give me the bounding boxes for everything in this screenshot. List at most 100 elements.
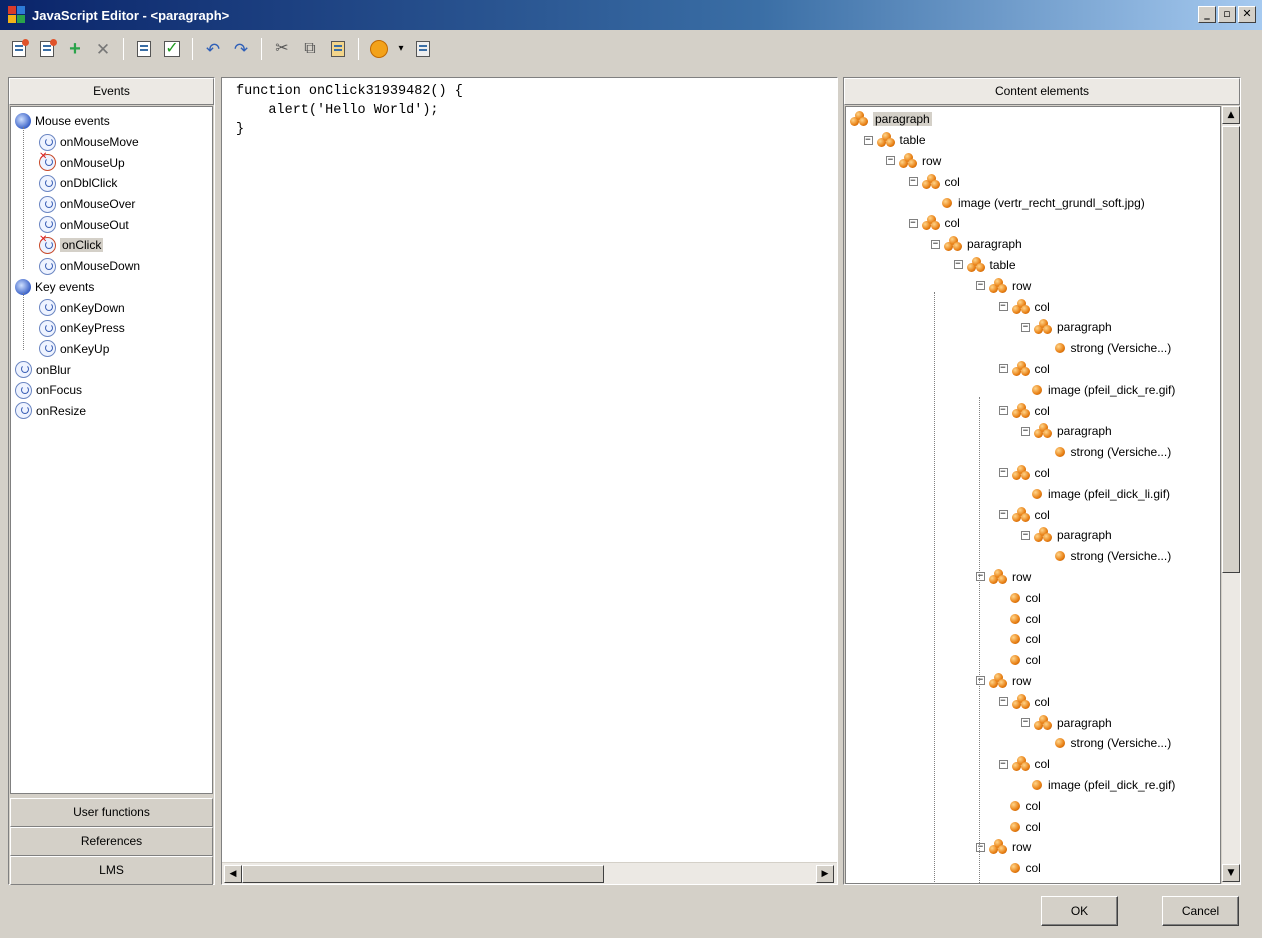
event-item[interactable]: onResize (11, 401, 212, 422)
delete-button[interactable]: ✕ (92, 38, 114, 60)
collapse-toggle-icon[interactable]: − (908, 177, 918, 187)
collapse-toggle-icon[interactable]: − (976, 281, 985, 291)
collapse-toggle-icon[interactable]: − (998, 468, 1008, 478)
events-header[interactable]: Events (9, 78, 214, 105)
collapse-toggle-icon[interactable]: − (931, 239, 940, 249)
tree-node[interactable]: − col (998, 463, 1050, 484)
content-elements-header[interactable]: Content elements (844, 78, 1240, 105)
scrollbar-thumb[interactable] (1222, 126, 1240, 573)
tree-node[interactable]: image (vertr_recht_grundl_soft.jpg) (942, 192, 1145, 213)
restore-button[interactable]: ▫ (1218, 6, 1236, 23)
tree-node[interactable]: col (1009, 816, 1041, 837)
event-item[interactable]: onFocus (11, 380, 212, 401)
collapse-toggle-icon[interactable]: − (976, 572, 985, 582)
collapse-toggle-icon[interactable]: − (1021, 718, 1030, 728)
references-button[interactable]: References (10, 827, 213, 856)
code-text[interactable]: function onClick31939482() { alert('Hell… (236, 82, 463, 139)
scroll-left-icon[interactable]: ◀ (224, 865, 242, 883)
tree-node[interactable]: − row (976, 567, 1031, 588)
event-item[interactable]: Key events (11, 277, 212, 298)
title-bar[interactable]: JavaScript Editor - <paragraph> _ ▫ ✕ (0, 0, 1262, 30)
event-item[interactable]: onDblClick (11, 173, 212, 194)
collapse-toggle-icon[interactable]: − (976, 676, 985, 686)
tree-node[interactable]: − row (976, 275, 1031, 296)
collapse-toggle-icon[interactable]: − (1021, 322, 1030, 332)
redo-button[interactable]: ↷ (230, 38, 252, 60)
collapse-toggle-icon[interactable]: − (976, 842, 985, 852)
tree-node[interactable]: image (pfeil_dick_re.gif) (1032, 379, 1175, 400)
tree-node[interactable]: paragraph (850, 109, 932, 130)
copy-button[interactable]: ⧉ (299, 38, 321, 60)
events-tree[interactable]: Mouse events onMouseMove onMouseUp onDblCli… (10, 106, 213, 794)
tree-node[interactable]: − table (953, 255, 1016, 276)
tree-node[interactable]: − paragraph (1021, 317, 1112, 338)
check-syntax-button[interactable]: ✓ (161, 38, 183, 60)
emoticon-dropdown[interactable]: ▾ (396, 38, 406, 60)
tree-node[interactable]: − col (998, 400, 1050, 421)
add-button[interactable]: + (64, 38, 86, 60)
collapse-toggle-icon[interactable]: − (953, 260, 963, 270)
event-item[interactable]: onMouseOver (11, 194, 212, 215)
code-editor[interactable]: function onClick31939482() { alert('Hell… (221, 77, 838, 885)
collapse-toggle-icon[interactable]: − (998, 510, 1008, 520)
tree-node[interactable]: − paragraph (1021, 525, 1112, 546)
horizontal-scrollbar[interactable]: ◀ ▶ (222, 862, 837, 884)
collapse-toggle-icon[interactable]: − (998, 759, 1008, 769)
tree-node[interactable]: − table (863, 130, 926, 151)
tree-node[interactable]: − col (998, 504, 1050, 525)
event-item[interactable]: onClick (11, 234, 212, 256)
tree-node[interactable]: − col (998, 691, 1050, 712)
event-item[interactable]: onMouseMove (11, 132, 212, 153)
tree-node[interactable]: col (1009, 858, 1041, 879)
event-item[interactable]: onMouseOut (11, 214, 212, 235)
tree-node[interactable]: − col (998, 359, 1050, 380)
tree-node[interactable]: strong (Versiche...) (1054, 338, 1171, 359)
close-button[interactable]: ✕ (1238, 6, 1256, 23)
ok-button[interactable]: OK (1041, 896, 1118, 926)
tree-node[interactable]: − paragraph (1021, 421, 1112, 442)
tree-node[interactable]: image (pfeil_dick_li.gif) (1032, 483, 1170, 504)
tree-node[interactable]: col (1009, 795, 1041, 816)
export-button[interactable] (36, 38, 58, 60)
collapse-toggle-icon[interactable]: − (1021, 530, 1030, 540)
tree-node[interactable]: − row (976, 671, 1031, 692)
tree-node[interactable]: image (pfeil_dick_re.gif) (1032, 775, 1175, 796)
event-item[interactable]: onKeyUp (11, 339, 212, 360)
scroll-up-icon[interactable]: ▲ (1222, 106, 1240, 124)
event-item[interactable]: onMouseUp (11, 151, 212, 173)
lms-button[interactable]: LMS (10, 856, 213, 885)
document-button[interactable] (133, 38, 155, 60)
scrollbar-thumb[interactable] (242, 865, 604, 883)
tree-node[interactable]: strong (Versiche...) (1054, 733, 1171, 754)
vertical-scrollbar[interactable]: ▲ ▼ (1222, 106, 1240, 884)
import-button[interactable] (8, 38, 30, 60)
tree-node[interactable]: − row (976, 837, 1031, 858)
tree-node[interactable]: strong (Versiche...) (1054, 546, 1171, 567)
collapse-toggle-icon[interactable]: − (998, 697, 1008, 707)
tree-node[interactable]: − paragraph (931, 234, 1022, 255)
paste-button[interactable] (327, 38, 349, 60)
scroll-down-icon[interactable]: ▼ (1222, 864, 1240, 882)
minimize-button[interactable]: _ (1198, 6, 1216, 23)
event-item[interactable]: onKeyDown (11, 297, 212, 318)
tree-node[interactable]: − col (998, 296, 1050, 317)
collapse-toggle-icon[interactable]: − (908, 218, 918, 228)
event-item[interactable]: onKeyPress (11, 318, 212, 339)
undo-button[interactable]: ↶ (202, 38, 224, 60)
collapse-toggle-icon[interactable]: − (863, 135, 873, 145)
user-functions-button[interactable]: User functions (10, 798, 213, 827)
tree-node[interactable]: − col (998, 754, 1050, 775)
collapse-toggle-icon[interactable]: − (998, 406, 1008, 416)
collapse-toggle-icon[interactable]: − (1021, 426, 1030, 436)
tree-node[interactable]: col (1009, 587, 1041, 608)
content-elements-tree[interactable]: paragraph − table − row − col image (vertr_rech… (845, 106, 1221, 884)
emoticon-button[interactable] (368, 38, 390, 60)
clear-button[interactable] (412, 38, 434, 60)
tree-node[interactable]: − col (908, 171, 960, 192)
collapse-toggle-icon[interactable]: − (998, 364, 1008, 374)
event-item[interactable]: Mouse events (11, 111, 212, 132)
scroll-right-icon[interactable]: ▶ (816, 865, 834, 883)
collapse-toggle-icon[interactable]: − (886, 156, 895, 166)
tree-node[interactable]: col (1009, 629, 1041, 650)
tree-node[interactable]: col (1009, 650, 1041, 671)
